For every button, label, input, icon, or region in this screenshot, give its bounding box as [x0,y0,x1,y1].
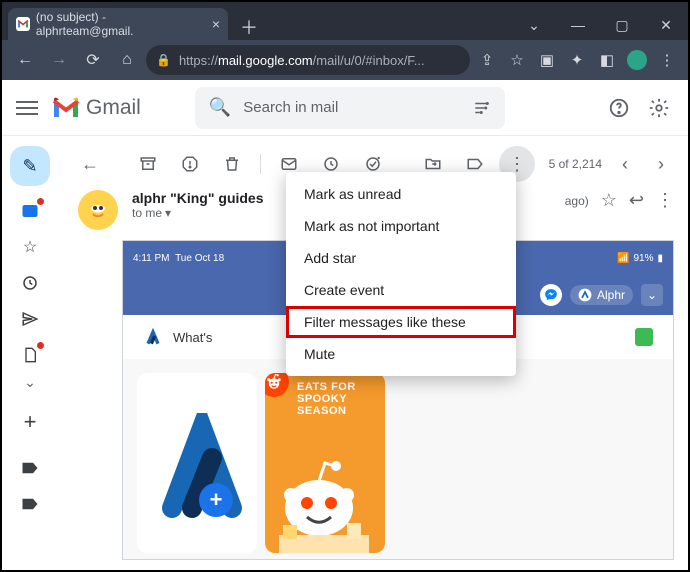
back-to-inbox-button[interactable]: ← [72,146,108,182]
alphr-pill[interactable]: Alphr [570,285,633,305]
category-label-icon[interactable] [19,457,41,479]
new-label-button[interactable]: + [24,409,37,435]
menu-mark-not-important[interactable]: Mark as not important [286,210,516,242]
menu-create-event[interactable]: Create event [286,274,516,306]
recipient-line[interactable]: to me ▾ [132,206,264,220]
card-headline-1: EATS FOR [297,381,377,393]
sidepanel-icon[interactable]: ◧ [594,47,620,73]
whats-label: What's [173,330,212,345]
window-controls: ⌄ — ▢ ✕ [512,10,688,40]
snoozed-clock-icon[interactable] [19,272,41,294]
starred-icon[interactable]: ☆ [19,236,41,258]
chevron-down-icon: ▾ [165,206,171,220]
report-spam-button[interactable] [172,146,208,182]
share-icon[interactable]: ⇪ [474,47,500,73]
reddit-mascot-icon [269,443,379,553]
reply-button[interactable]: ↩ [629,190,644,211]
window-maximize-button[interactable]: ▢ [600,10,644,40]
content-card-reddit[interactable]: EATS FOR SPOOKY SEASON [265,373,385,553]
window-close-button[interactable]: ✕ [644,10,688,40]
extension-icon[interactable]: ▣ [534,47,560,73]
wifi-icon: 📶 [617,253,629,264]
gmail-logo[interactable]: Gmail [52,96,141,120]
card-headline-2: SPOOKY SEASON [297,393,377,417]
url-scheme: https:// [179,53,218,68]
delete-button[interactable] [214,146,250,182]
nav-reload-button[interactable]: ⟳ [78,45,108,75]
menu-add-star[interactable]: Add star [286,242,516,274]
message-more-button[interactable]: ⋮ [656,190,674,211]
window-titlebar: (no subject) - alphrteam@gmail. × ＋ ⌄ — … [2,2,688,40]
tab-close-icon[interactable]: × [212,16,220,32]
sent-icon[interactable] [19,308,41,330]
window-minimize-button[interactable]: — [556,10,600,40]
browser-toolbar: ← → ⟳ ⌂ 🔒 https://mail.google.com/mail/u… [2,40,688,80]
more-actions-menu: Mark as unread Mark as not important Add… [286,172,516,376]
drafts-icon[interactable] [19,344,41,366]
expand-chevron-icon[interactable]: ⌄ [24,374,36,391]
star-icon[interactable]: ☆ [504,47,530,73]
support-icon[interactable] [604,93,634,123]
sender-name: alphr "King" guides [132,190,264,206]
gmail-logo-icon [52,97,80,119]
lock-icon: 🔒 [156,53,171,67]
tab-title: (no subject) - alphrteam@gmail. [36,10,206,38]
address-bar[interactable]: 🔒 https://mail.google.com/mail/u/0/#inbo… [146,45,470,75]
strip-chevron-icon[interactable]: ⌄ [641,284,663,306]
image-thumbnail-icon[interactable] [635,328,653,346]
main-menu-button[interactable] [16,101,38,115]
settings-gear-icon[interactable] [644,93,674,123]
menu-mark-unread[interactable]: Mark as unread [286,178,516,210]
message-counter: 5 of 2,214 [549,157,602,171]
star-message-button[interactable]: ☆ [601,190,617,211]
nav-forward-button[interactable]: → [44,45,74,75]
url-path: /mail/u/0/#inbox/F... [313,53,425,68]
next-message-button[interactable]: › [648,146,674,182]
add-fab-icon[interactable]: + [199,483,233,517]
profile-avatar-icon[interactable] [624,47,650,73]
search-icon: 🔍 [209,97,231,118]
navigation-rail: ✎ ☆ ⌄ + [2,136,58,570]
browser-menu-icon[interactable]: ⋮ [654,47,680,73]
archive-button[interactable] [130,146,166,182]
battery-icon: ▮ [657,253,663,264]
chevron-down-icon[interactable]: ⌄ [512,10,556,40]
nav-back-button[interactable]: ← [10,45,40,75]
search-options-icon[interactable] [473,99,491,117]
puzzle-icon[interactable]: ✦ [564,47,590,73]
search-box[interactable]: 🔍 Search in mail [195,87,505,129]
reddit-icon [265,373,289,397]
alphr-logo-icon [143,327,163,347]
nav-home-button[interactable]: ⌂ [112,45,142,75]
content-card-alphr[interactable]: + [137,373,257,553]
sender-avatar[interactable] [78,190,118,230]
gmail-header: Gmail 🔍 Search in mail [2,80,688,136]
menu-mute[interactable]: Mute [286,338,516,370]
prev-message-button[interactable]: ‹ [612,146,638,182]
inbox-icon[interactable] [19,200,41,222]
menu-filter-messages[interactable]: Filter messages like these [286,306,516,338]
messenger-icon[interactable] [540,284,562,306]
message-pane: ← ⋮ 5 of 2,214 ‹ › Mark as unread Mark a… [58,136,688,570]
browser-tab[interactable]: (no subject) - alphrteam@gmail. × [8,8,228,40]
message-time: ago) [565,194,589,208]
url-domain: mail.google.com [218,53,313,68]
compose-button[interactable]: ✎ [10,146,50,186]
new-tab-button[interactable]: ＋ [236,14,262,40]
gmail-product-name: Gmail [86,96,141,120]
category-label-icon-2[interactable] [19,493,41,515]
search-placeholder: Search in mail [243,99,338,116]
gmail-favicon-icon [16,17,30,31]
